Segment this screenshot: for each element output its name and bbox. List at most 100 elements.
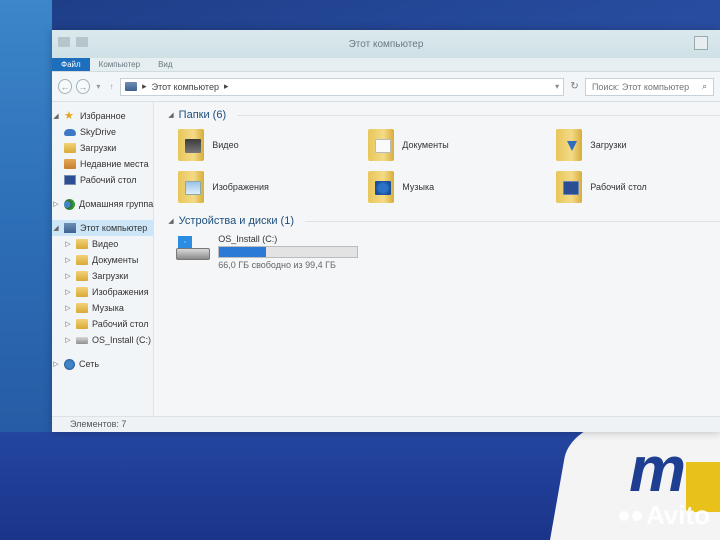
up-arrow-icon[interactable]: ↑ [107, 82, 116, 91]
search-box[interactable]: ⌕ [584, 77, 714, 96]
address-path[interactable]: Этот компьютер [152, 82, 219, 92]
expand-arrow-icon[interactable]: ▷ [64, 288, 72, 296]
search-input[interactable] [591, 81, 702, 92]
collapse-arrow-icon[interactable]: ◢ [52, 224, 60, 232]
drive-name: OS_Install (C:) [218, 234, 278, 244]
ribbon-tabs: Файл Компьютер Вид [52, 58, 720, 72]
star-icon: ★ [64, 110, 74, 122]
windows-drive-icon [176, 234, 211, 264]
nav-skydrive[interactable]: SkyDrive [52, 124, 153, 140]
folder-documents-label: Документы [402, 140, 449, 150]
desktop-folder-icon [76, 319, 88, 329]
address-dropdown-icon[interactable]: ▾ [555, 82, 559, 91]
nav-downloads[interactable]: Загрузки [52, 140, 153, 156]
back-arrow-icon: ← [60, 81, 70, 92]
expand-arrow-icon[interactable]: ▷ [64, 240, 72, 248]
folder-images[interactable]: Изображения [178, 168, 368, 206]
search-icon[interactable]: ⌕ [702, 81, 707, 92]
nav-pc-images-label: Изображения [92, 287, 149, 297]
music-folder-icon [76, 303, 88, 313]
nav-pc-drive-c-label: OS_Install (C:) [92, 335, 152, 345]
tab-computer[interactable]: Компьютер [90, 58, 149, 71]
nav-recent-label: Недавние места [80, 159, 149, 169]
nav-pc-documents[interactable]: ▷ Документы [52, 252, 153, 268]
computer-icon [64, 223, 76, 233]
nav-pc-downloads-label: Загрузки [92, 271, 129, 281]
nav-homegroup[interactable]: ▷ Домашняя группа [52, 196, 153, 212]
expand-arrow-icon[interactable]: ▷ [52, 360, 60, 368]
recent-places-icon [64, 159, 76, 169]
folder-downloads[interactable]: Загрузки [556, 126, 720, 164]
explorer-window: Этот компьютер Файл Компьютер Вид ← → ▾ … [52, 30, 720, 432]
drive-info: OS_Install (C:) 66,0 ГБ свободно из 99,4… [218, 234, 359, 270]
collapse-arrow-icon[interactable]: ◢ [168, 217, 173, 225]
drive-icon [76, 336, 88, 344]
breadcrumb-chevron-icon[interactable]: ▸ [224, 81, 229, 92]
maximize-button[interactable] [694, 36, 708, 50]
address-field[interactable]: ▸ Этот компьютер ▸ ▾ [120, 77, 565, 96]
computer-icon [125, 82, 138, 91]
video-folder-icon [76, 239, 88, 249]
collapse-arrow-icon[interactable]: ◢ [168, 111, 173, 119]
recent-locations-chevron-icon[interactable]: ▾ [94, 82, 103, 91]
desktop-icon [64, 175, 76, 185]
nav-this-pc[interactable]: ◢ Этот компьютер [52, 220, 154, 236]
drive-c-tile[interactable]: OS_Install (C:) 66,0 ГБ свободно из 99,4… [176, 234, 720, 270]
nav-favorites[interactable]: ◢ ★ Избранное [52, 108, 153, 124]
drive-free-space: 66,0 ГБ свободно из 99,4 ГБ [218, 260, 336, 270]
tab-file[interactable]: Файл [52, 58, 90, 71]
devices-group-header[interactable]: ◢ Устройства и диски (1) [168, 212, 720, 230]
nav-pc-music[interactable]: ▷ Музыка [52, 300, 153, 316]
nav-homegroup-label: Домашняя группа [79, 199, 154, 209]
folder-video[interactable]: Видео [178, 126, 368, 164]
documents-folder-icon [368, 129, 395, 161]
folders-group-header[interactable]: ◢ Папки (6) [168, 106, 720, 124]
back-button[interactable]: ← [58, 79, 72, 94]
explorer-body: ◢ ★ Избранное SkyDrive Загрузки Недавние… [52, 102, 720, 416]
cloud-icon [64, 128, 76, 136]
devices-group-title: Устройства и диски (1) [178, 215, 294, 227]
item-count: Элементов: 7 [70, 419, 127, 429]
documents-folder-icon [76, 255, 88, 265]
folder-music[interactable]: Музыка [368, 168, 556, 206]
nav-pc-desktop[interactable]: ▷ Рабочий стол [52, 316, 153, 332]
music-folder-icon [368, 171, 395, 203]
network-icon [64, 358, 75, 370]
nav-pc-video[interactable]: ▷ Видео [52, 236, 153, 252]
tab-view[interactable]: Вид [149, 58, 181, 71]
downloads-folder-icon [76, 271, 88, 281]
expand-arrow-icon[interactable]: ▷ [64, 320, 72, 328]
navigation-pane: ◢ ★ Избранное SkyDrive Загрузки Недавние… [52, 102, 155, 416]
nav-pc-music-label: Музыка [92, 303, 124, 313]
nav-pc-desktop-label: Рабочий стол [92, 319, 149, 329]
folder-desktop[interactable]: Рабочий стол [556, 168, 720, 206]
window-title: Этот компьютер [348, 39, 424, 50]
folder-desktop-label: Рабочий стол [590, 182, 647, 192]
nav-this-pc-label: Этот компьютер [80, 223, 148, 233]
nav-pc-downloads[interactable]: ▷ Загрузки [52, 268, 153, 284]
title-bar[interactable]: Этот компьютер [52, 30, 720, 58]
images-folder-icon [76, 287, 88, 297]
nav-desktop-label: Рабочий стол [80, 175, 137, 185]
refresh-icon[interactable]: ↻ [568, 81, 581, 92]
avito-watermark: Avito [618, 500, 710, 531]
expand-arrow-icon[interactable]: ▷ [52, 200, 60, 208]
nav-pc-drive-c[interactable]: ▷ OS_Install (C:) [52, 332, 153, 348]
nav-desktop[interactable]: Рабочий стол [52, 172, 153, 188]
content-pane: ◢ Папки (6) Видео Документы Загрузки Изо… [154, 102, 720, 416]
folder-documents[interactable]: Документы [368, 126, 556, 164]
address-chevron-icon[interactable]: ▸ [142, 81, 147, 92]
nav-recent[interactable]: Недавние места [52, 156, 153, 172]
expand-arrow-icon[interactable]: ▷ [64, 272, 72, 280]
folder-music-label: Музыка [402, 182, 435, 192]
nav-downloads-label: Загрузки [80, 143, 117, 153]
drive-usage-fill [219, 247, 266, 257]
forward-button[interactable]: → [75, 79, 90, 94]
collapse-arrow-icon[interactable]: ◢ [52, 112, 60, 120]
nav-pc-images[interactable]: ▷ Изображения [52, 284, 153, 300]
folder-video-label: Видео [212, 140, 239, 150]
expand-arrow-icon[interactable]: ▷ [64, 256, 72, 264]
nav-network[interactable]: ▷ Сеть [52, 356, 153, 372]
expand-arrow-icon[interactable]: ▷ [64, 304, 72, 312]
expand-arrow-icon[interactable]: ▷ [64, 336, 72, 344]
